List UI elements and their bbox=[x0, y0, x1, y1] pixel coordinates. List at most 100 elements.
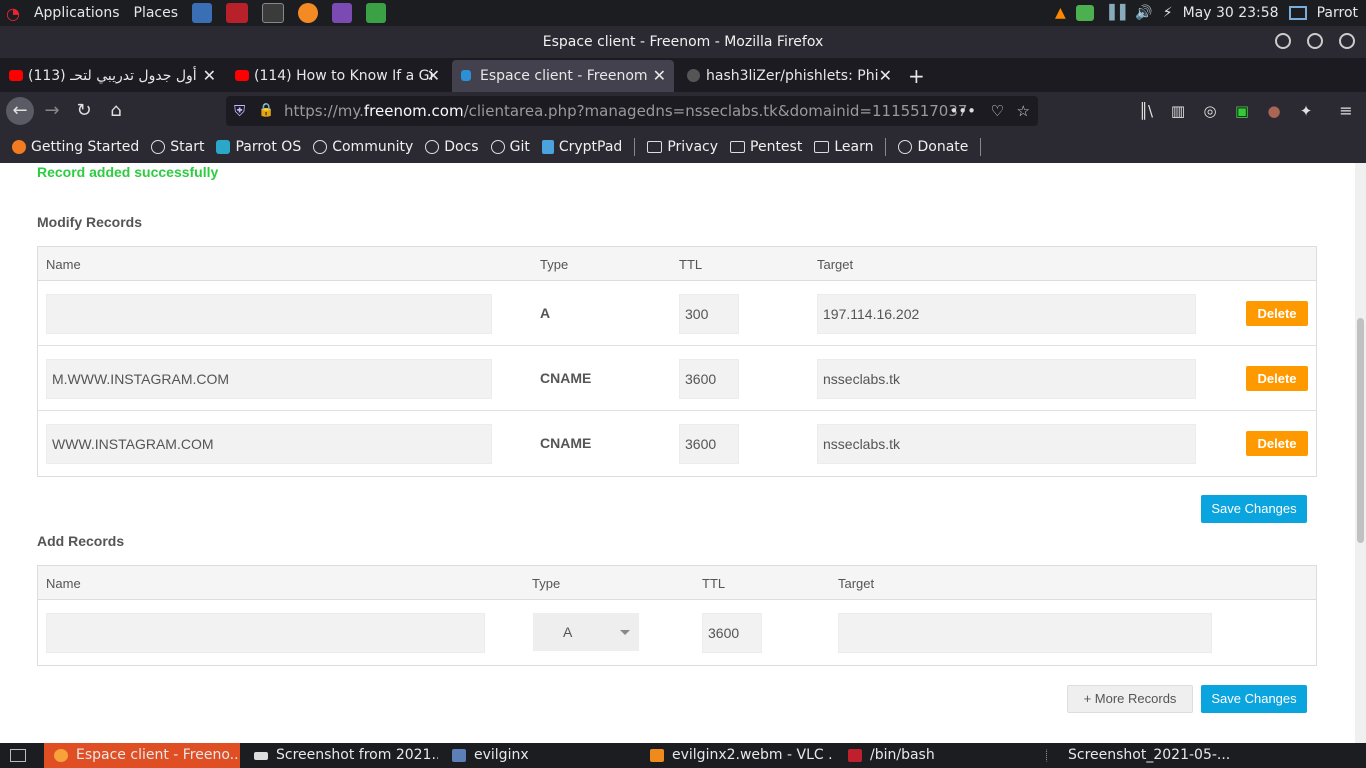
vlc-tray-icon[interactable]: ▲ bbox=[1055, 5, 1066, 21]
network-launcher-icon[interactable] bbox=[192, 3, 213, 23]
places-menu[interactable]: Places bbox=[134, 5, 179, 21]
bookmark-folder-pentest[interactable]: Pentest bbox=[730, 139, 802, 155]
parrot-menu-icon[interactable]: ◔ bbox=[6, 4, 20, 23]
terminal-launcher-icon[interactable] bbox=[262, 3, 285, 23]
bookmark-cryptpad[interactable]: CryptPad bbox=[541, 139, 622, 155]
terminal-red-launcher-icon[interactable] bbox=[226, 3, 249, 23]
close-tab-icon[interactable]: ✕ bbox=[203, 60, 216, 92]
record-name-field[interactable]: M.WWW.INSTAGRAM.COM bbox=[46, 359, 492, 399]
extension-green-icon[interactable]: ▣ bbox=[1228, 97, 1256, 125]
bookmark-git[interactable]: Git bbox=[490, 139, 530, 155]
sidebar-icon[interactable]: ▥ bbox=[1164, 97, 1192, 125]
record-ttl-field[interactable]: 3600 bbox=[679, 424, 739, 464]
record-target-field[interactable]: nsseclabs.tk bbox=[817, 359, 1196, 399]
scrollbar-thumb[interactable] bbox=[1357, 318, 1364, 543]
delete-button[interactable]: Delete bbox=[1246, 366, 1308, 391]
page-actions-icon[interactable]: ••• bbox=[949, 96, 976, 126]
user-menu[interactable]: Parrot bbox=[1317, 5, 1358, 21]
bookmark-docs[interactable]: Docs bbox=[425, 139, 479, 155]
new-record-target-input[interactable] bbox=[838, 613, 1212, 653]
save-changes-button[interactable]: Save Changes bbox=[1201, 495, 1307, 523]
youtube-icon bbox=[235, 70, 249, 81]
account-icon[interactable]: ◎ bbox=[1196, 97, 1224, 125]
show-desktop-icon[interactable] bbox=[10, 749, 26, 762]
record-name-field[interactable]: WWW.INSTAGRAM.COM bbox=[46, 424, 492, 464]
bookmark-label: Privacy bbox=[667, 138, 719, 155]
task-vlc[interactable]: evilginx2.webm - VLC ... bbox=[640, 743, 834, 768]
task-firefox[interactable]: Espace client - Freeno... bbox=[44, 743, 240, 768]
signal-tray-icon[interactable]: ▐▐ bbox=[1104, 5, 1126, 21]
delete-button[interactable]: Delete bbox=[1246, 431, 1308, 456]
parrot-icon bbox=[216, 139, 231, 154]
home-button[interactable]: ⌂ bbox=[102, 97, 130, 125]
close-window-icon[interactable] bbox=[1339, 33, 1355, 49]
bookmark-separator bbox=[980, 137, 982, 156]
task-label: Screenshot_2021-05-... bbox=[1068, 747, 1231, 763]
url-prefix: https://my. bbox=[284, 102, 364, 120]
bookmark-community[interactable]: Community bbox=[313, 139, 413, 155]
forward-button[interactable]: → bbox=[38, 97, 66, 125]
datetime-clock[interactable]: May 30 23:58 bbox=[1183, 5, 1279, 21]
task-screenshot-file[interactable]: Screenshot_2021-05-... bbox=[1036, 743, 1232, 768]
bookmark-getting-started[interactable]: Getting Started bbox=[12, 139, 139, 155]
task-file-manager[interactable]: evilginx bbox=[442, 743, 634, 768]
bookmark-donate[interactable]: Donate bbox=[898, 139, 968, 155]
url-domain: freenom.com bbox=[363, 102, 464, 120]
tab-youtube-1[interactable]: (113) أول جدول تدريبي لتحـ ✕ bbox=[0, 60, 224, 92]
volume-icon[interactable]: 🔊 bbox=[1135, 5, 1152, 21]
bookmark-folder-learn[interactable]: Learn bbox=[814, 139, 873, 155]
close-tab-icon[interactable]: ✕ bbox=[879, 60, 892, 92]
new-record-name-input[interactable] bbox=[46, 613, 485, 653]
column-name: Name bbox=[46, 257, 81, 272]
download-launcher-icon[interactable] bbox=[366, 3, 387, 23]
new-record-ttl-input[interactable]: 3600 bbox=[702, 613, 762, 653]
bookmark-label: Community bbox=[332, 138, 414, 155]
power-tray-icon[interactable]: ⚡ bbox=[1163, 5, 1173, 21]
reload-button[interactable]: ↻ bbox=[70, 97, 98, 125]
bookmark-star-icon[interactable]: ☆ bbox=[1017, 96, 1030, 126]
bookmark-start[interactable]: Start bbox=[151, 139, 204, 155]
folder-icon bbox=[730, 140, 746, 153]
bookmark-separator bbox=[885, 137, 887, 156]
task-label: Screenshot from 2021... bbox=[276, 747, 438, 763]
tab-bar: (113) أول جدول تدريبي لتحـ ✕ (114) How t… bbox=[0, 58, 1366, 92]
lock-icon[interactable]: 🔒 bbox=[258, 96, 274, 126]
bookmark-parrot-os[interactable]: Parrot OS bbox=[216, 139, 301, 155]
extension-paw-icon[interactable]: ✦ bbox=[1292, 97, 1320, 125]
folder-icon bbox=[647, 140, 663, 153]
tab-youtube-2[interactable]: (114) How to Know If a Gi ✕ bbox=[226, 60, 448, 92]
pocket-icon[interactable]: ♡ bbox=[991, 96, 1004, 126]
bookmark-folder-privacy[interactable]: Privacy bbox=[647, 139, 718, 155]
update-tray-icon[interactable] bbox=[1075, 5, 1094, 21]
more-records-button[interactable]: + More Records bbox=[1067, 685, 1193, 713]
record-target-field[interactable]: nsseclabs.tk bbox=[817, 424, 1196, 464]
new-tab-button[interactable]: + bbox=[902, 60, 930, 92]
column-target: Target bbox=[817, 257, 854, 272]
menu-icon[interactable]: ≡ bbox=[1332, 97, 1360, 125]
tab-github[interactable]: hash3liZer/phishlets: Phi ✕ bbox=[678, 60, 900, 92]
save-changes-button-2[interactable]: Save Changes bbox=[1201, 685, 1307, 713]
applications-menu[interactable]: Applications bbox=[34, 5, 120, 21]
maximize-icon[interactable] bbox=[1307, 33, 1323, 49]
new-record-type-select[interactable]: A bbox=[533, 613, 639, 651]
record-target-field[interactable]: 197.114.16.202 bbox=[817, 294, 1196, 334]
task-terminal[interactable]: /bin/bash bbox=[838, 743, 1032, 768]
extension-cookie-icon[interactable]: ● bbox=[1260, 97, 1288, 125]
page-scrollbar[interactable] bbox=[1355, 163, 1366, 743]
record-ttl-field[interactable]: 300 bbox=[679, 294, 739, 334]
tor-launcher-icon[interactable] bbox=[332, 3, 353, 23]
add-records-title: Add Records bbox=[37, 533, 125, 549]
record-ttl-field[interactable]: 3600 bbox=[679, 359, 739, 399]
shield-icon[interactable]: ⛨ bbox=[234, 96, 245, 126]
firefox-launcher-icon[interactable] bbox=[298, 3, 319, 23]
delete-button[interactable]: Delete bbox=[1246, 301, 1308, 326]
close-tab-icon[interactable]: ✕ bbox=[427, 60, 440, 92]
record-name-field[interactable] bbox=[46, 294, 492, 334]
library-icon[interactable]: ║\ bbox=[1132, 97, 1160, 125]
minimize-icon[interactable] bbox=[1275, 33, 1291, 49]
url-bar[interactable]: ⛨ 🔒 https://my.freenom.com/clientarea.ph… bbox=[226, 96, 1038, 126]
back-button[interactable]: ← bbox=[6, 97, 34, 125]
close-tab-icon[interactable]: ✕ bbox=[653, 60, 666, 92]
tab-freenom[interactable]: Espace client - Freenom ✕ bbox=[452, 60, 674, 92]
task-screenshot-viewer[interactable]: Screenshot from 2021... bbox=[244, 743, 438, 768]
